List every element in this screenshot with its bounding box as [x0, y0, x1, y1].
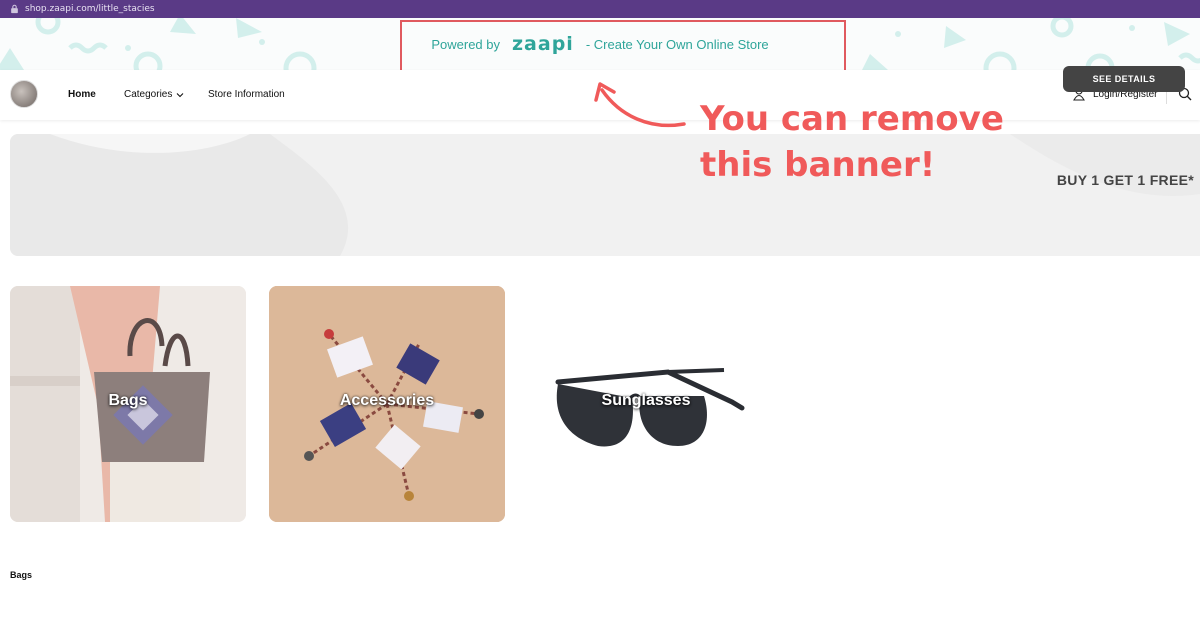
promo-headline: BUY 1 GET 1 FREE*	[1056, 172, 1194, 188]
promo-banner[interactable]: BUY 1 GET 1 FREE*	[10, 134, 1200, 256]
store-logo-avatar[interactable]	[10, 80, 38, 108]
nav-home[interactable]: Home	[68, 89, 96, 100]
browser-url-bar[interactable]: shop.zaapi.com/little_stacies	[0, 0, 1200, 18]
category-card-accessories[interactable]: Accessories	[269, 286, 505, 522]
category-card-sunglasses[interactable]: Sunglasses	[528, 286, 764, 522]
category-card-bags[interactable]: Bags	[10, 286, 246, 522]
nav-store-information[interactable]: Store Information	[208, 89, 285, 100]
section-title-bags: Bags	[10, 570, 33, 580]
lock-icon	[11, 4, 18, 14]
browser-url[interactable]: shop.zaapi.com/little_stacies	[25, 4, 155, 14]
annotation-arrow	[594, 82, 686, 128]
category-label-sunglasses: Sunglasses	[601, 392, 691, 409]
chevron-down-icon	[176, 92, 184, 97]
annotation-line-1: You can remove	[700, 99, 1004, 139]
annotation-line-2: this banner!	[700, 145, 936, 185]
annotation-highlight-box	[400, 20, 846, 74]
category-label-accessories: Accessories	[339, 392, 435, 409]
annotation-text: You can remove this banner!	[700, 96, 1004, 188]
nav-categories[interactable]: Categories	[124, 89, 184, 100]
promo-background-shapes	[10, 134, 1200, 256]
see-details-button[interactable]: SEE DETAILS	[1063, 66, 1185, 92]
nav-categories-label: Categories	[124, 89, 173, 100]
category-label-bags: Bags	[108, 392, 148, 409]
